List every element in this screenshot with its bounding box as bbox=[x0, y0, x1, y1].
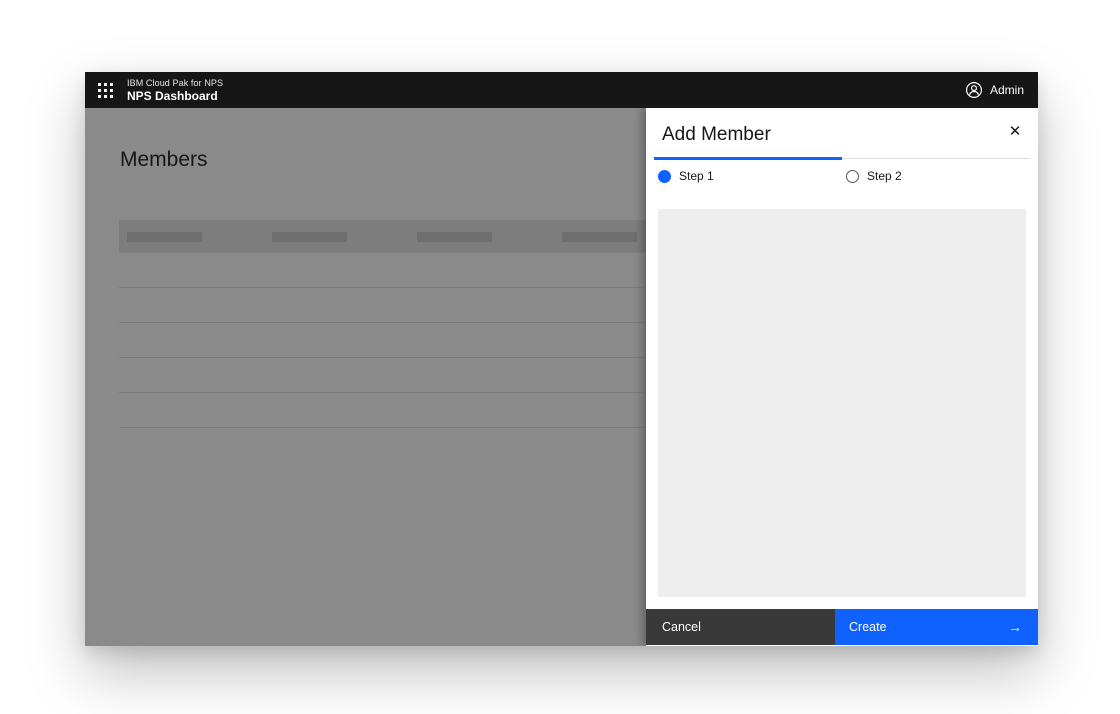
panel-header: Add Member ✕ bbox=[646, 108, 1038, 157]
close-button[interactable]: ✕ bbox=[998, 114, 1032, 148]
panel-title: Add Member bbox=[662, 124, 771, 146]
close-icon: ✕ bbox=[1009, 124, 1022, 139]
progress-indicator: Step 1 Step 2 bbox=[654, 157, 1030, 191]
app-switcher-button[interactable] bbox=[85, 72, 125, 108]
cancel-label: Cancel bbox=[662, 620, 701, 634]
step-2-incomplete-icon bbox=[846, 170, 859, 183]
arrow-right-icon: → bbox=[1008, 619, 1022, 635]
step-2-progress-line bbox=[842, 158, 1030, 159]
app-name: NPS Dashboard bbox=[127, 89, 223, 103]
product-name: IBM Cloud Pak for NPS bbox=[127, 78, 223, 89]
switcher-grid-icon bbox=[98, 83, 113, 98]
step-1-label: Step 1 bbox=[679, 169, 714, 183]
app-window: IBM Cloud Pak for NPS NPS Dashboard Admi… bbox=[85, 72, 1038, 646]
progress-step-1[interactable]: Step 1 bbox=[654, 157, 842, 191]
panel-form-skeleton bbox=[658, 209, 1026, 597]
step-1-progress-line bbox=[654, 157, 842, 160]
progress-step-2[interactable]: Step 2 bbox=[842, 157, 1030, 191]
panel-action-buttons: Cancel Create → bbox=[646, 609, 1038, 645]
add-member-panel: Add Member ✕ Step 1 Step 2 bbox=[646, 108, 1038, 646]
create-button[interactable]: Create → bbox=[835, 609, 1038, 645]
user-name-label: Admin bbox=[990, 83, 1024, 97]
step-1-current-icon bbox=[658, 170, 671, 183]
step-2-label: Step 2 bbox=[867, 169, 902, 183]
user-avatar-icon bbox=[965, 81, 983, 99]
create-label: Create bbox=[849, 620, 887, 634]
content-area: Members Add Member ✕ Step 1 bbox=[85, 108, 1038, 646]
user-menu[interactable]: Admin bbox=[965, 72, 1024, 108]
top-header-bar: IBM Cloud Pak for NPS NPS Dashboard Admi… bbox=[85, 72, 1038, 108]
cancel-button[interactable]: Cancel bbox=[646, 609, 835, 645]
brand: IBM Cloud Pak for NPS NPS Dashboard bbox=[127, 78, 223, 103]
